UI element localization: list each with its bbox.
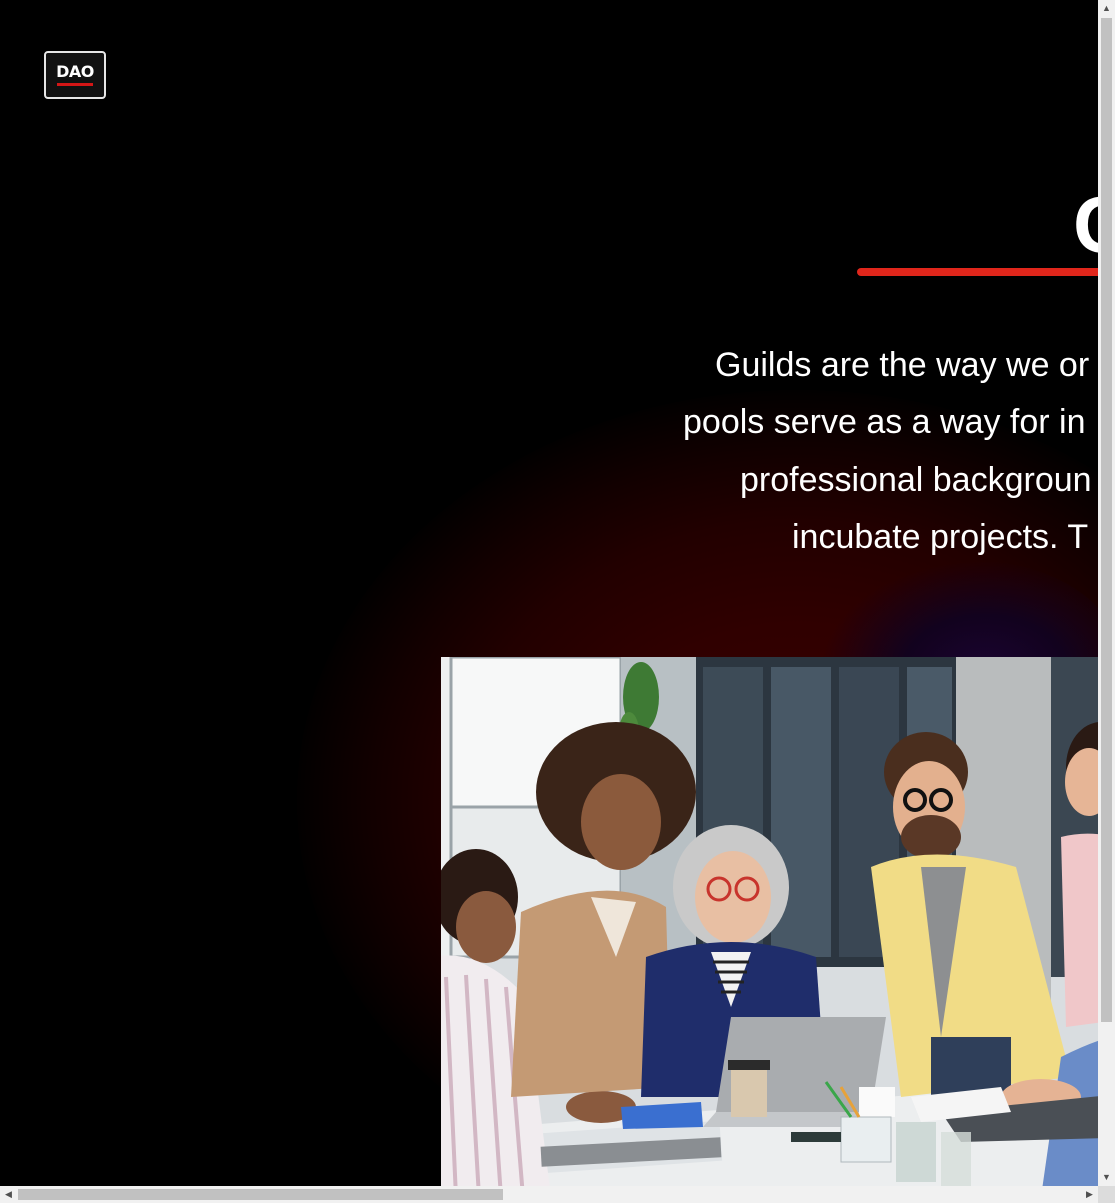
logo-underline	[57, 83, 93, 86]
arrow-right-icon[interactable]: ▶	[1081, 1186, 1098, 1203]
dao-logo-link[interactable]: DAO	[44, 51, 106, 99]
section-heading: C	[1073, 180, 1098, 270]
page-viewport: DAO C Guilds are the way we or pools ser…	[0, 0, 1098, 1186]
scrollbar-corner	[1098, 1186, 1115, 1203]
vertical-scrollbar[interactable]: ▲ ▼	[1098, 0, 1115, 1186]
arrow-down-icon[interactable]: ▼	[1098, 1169, 1115, 1186]
arrow-left-icon[interactable]: ◀	[0, 1186, 17, 1203]
intro-line-2: pools serve as a way for in	[683, 403, 1086, 441]
intro-line-4: incubate projects. T	[792, 518, 1089, 556]
team-meeting-photo	[441, 657, 1098, 1186]
horizontal-scroll-thumb[interactable]	[18, 1189, 503, 1200]
intro-line-1: Guilds are the way we or	[715, 346, 1090, 384]
intro-line-3: professional backgroun	[740, 461, 1092, 499]
logo-text: DAO	[56, 62, 94, 81]
arrow-up-icon[interactable]: ▲	[1098, 0, 1115, 17]
team-meeting-illustration	[441, 657, 1098, 1186]
vertical-scroll-thumb[interactable]	[1101, 18, 1112, 1022]
horizontal-scrollbar[interactable]: ◀ ▶	[0, 1186, 1098, 1203]
heading-underline-bar	[857, 268, 1098, 276]
